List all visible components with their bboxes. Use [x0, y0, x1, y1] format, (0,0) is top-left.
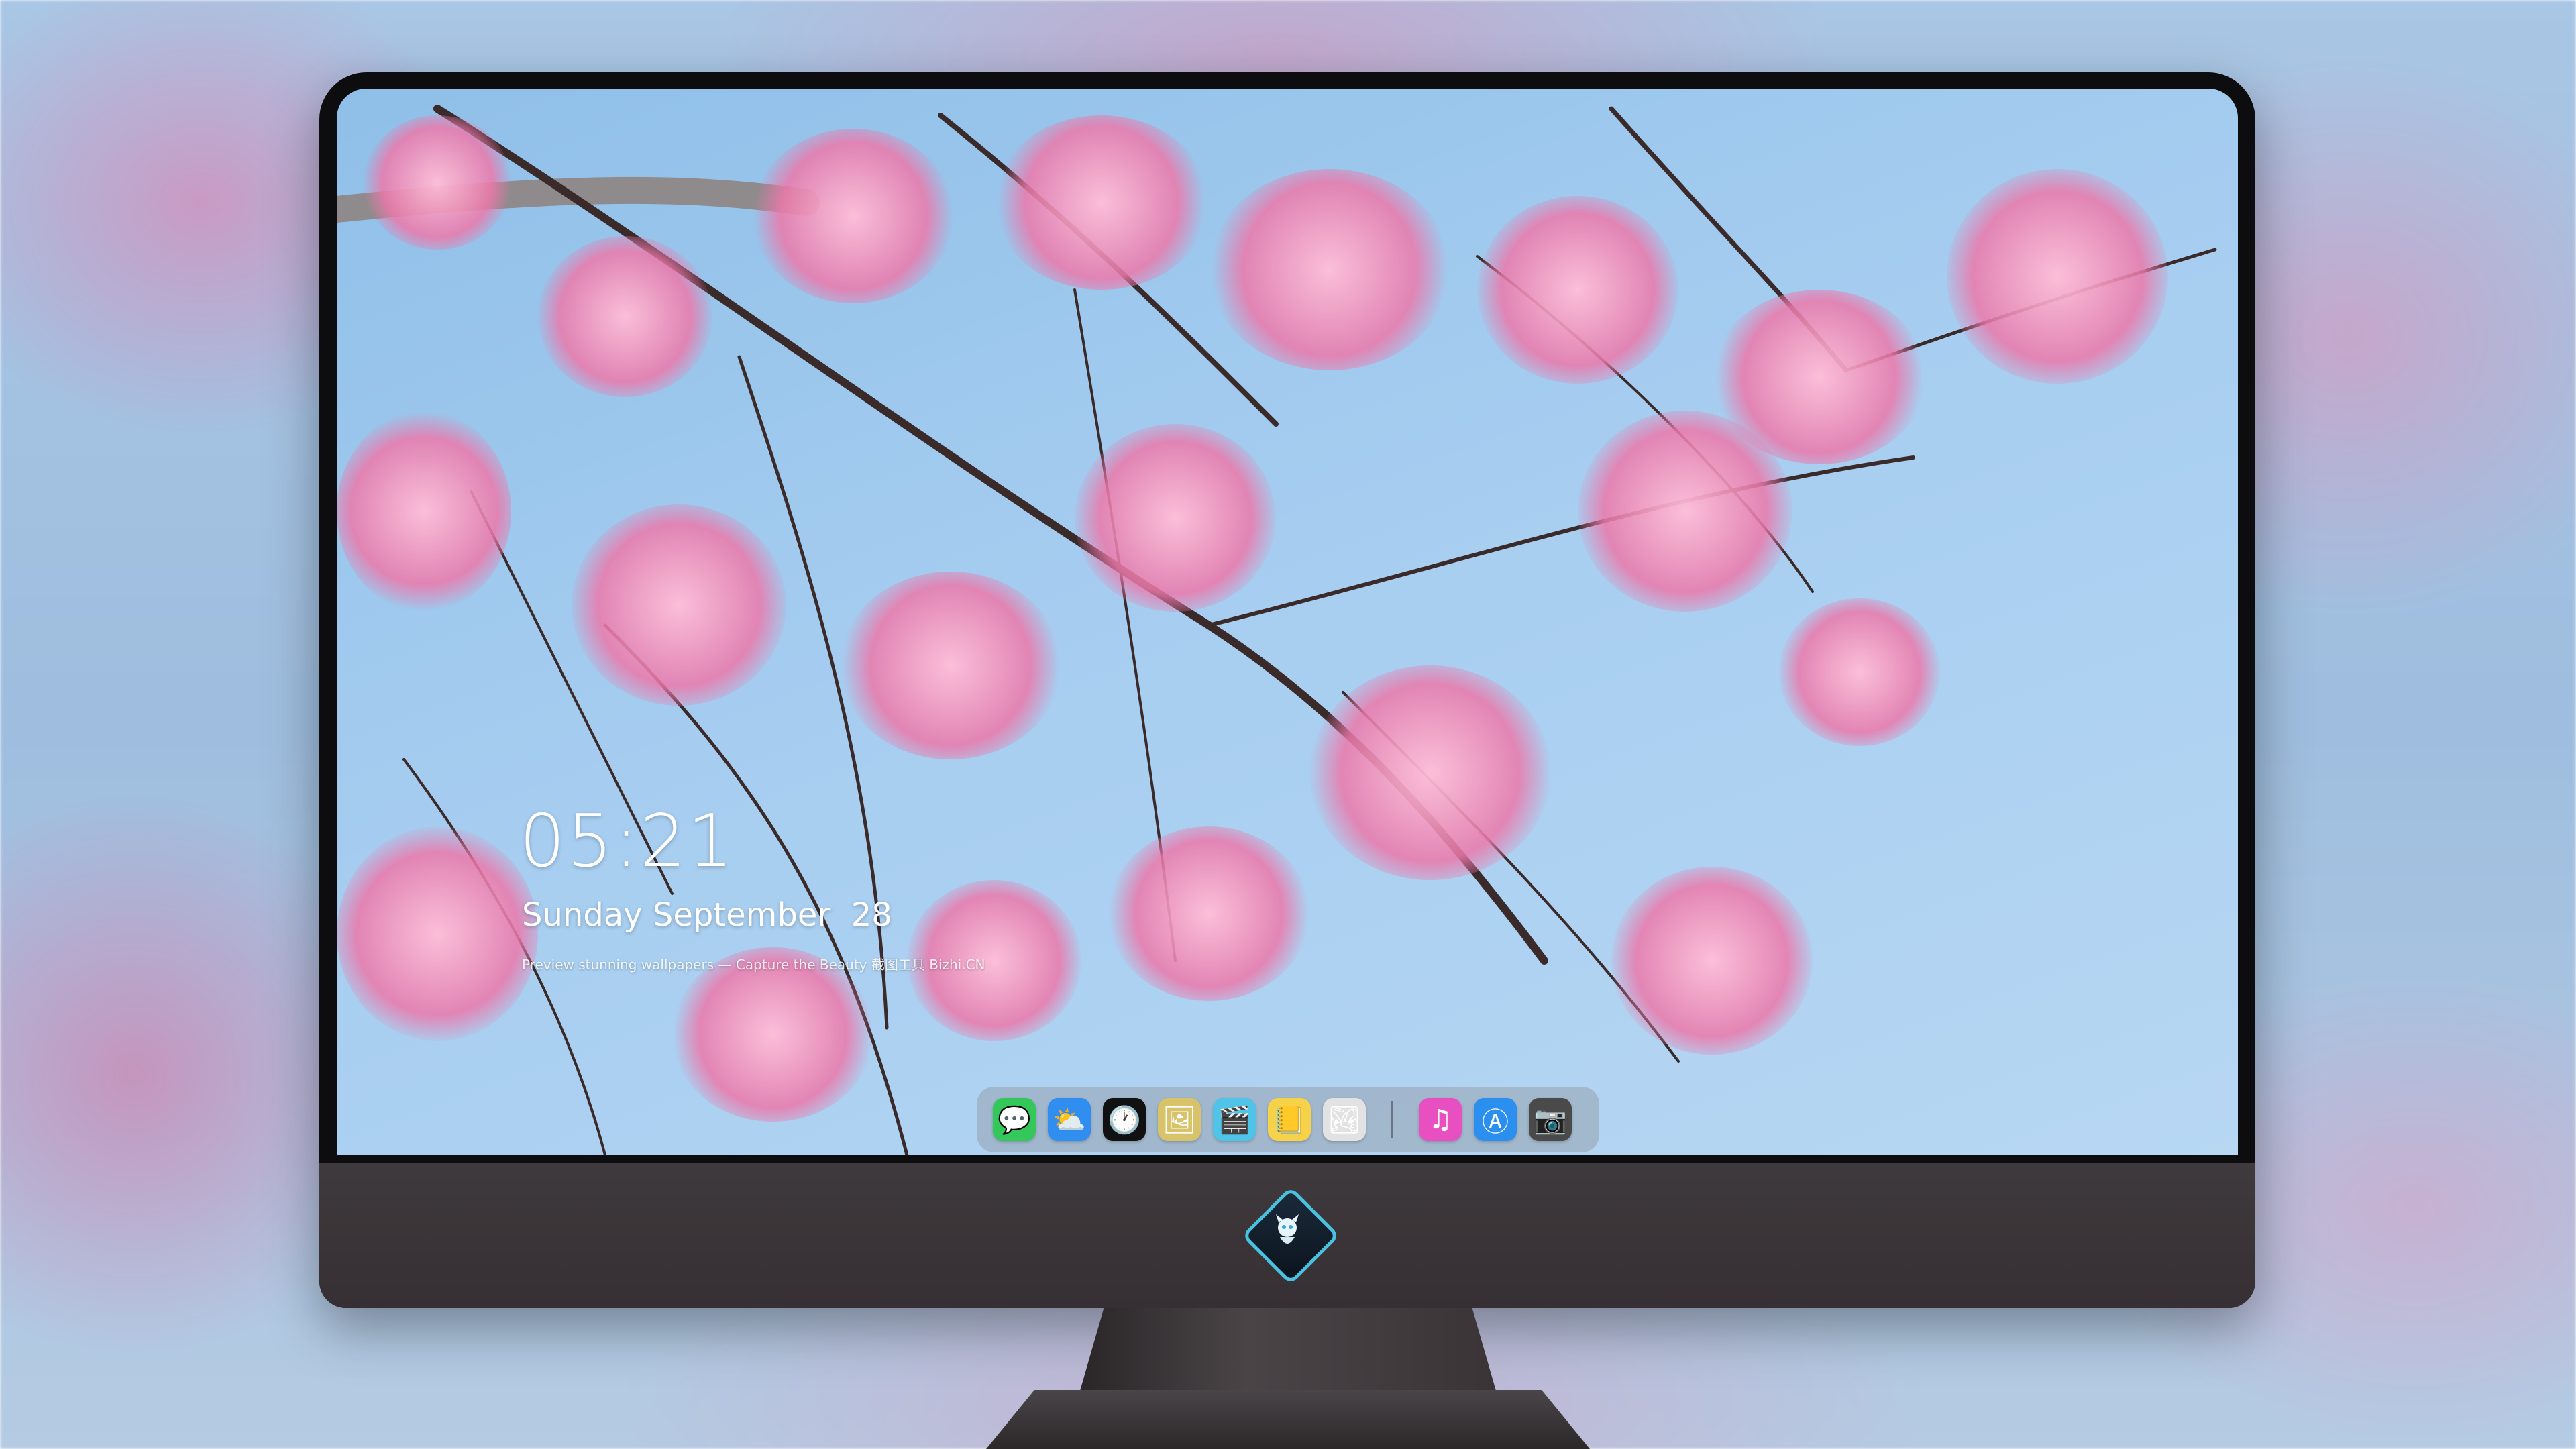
weather-icon[interactable]: ⛅: [1048, 1098, 1091, 1141]
blossom: [753, 129, 954, 303]
dragon-mascot-icon: [1276, 1214, 1299, 1244]
monitor-frame: 05:21 Sunday September 28 Preview stunni…: [319, 72, 2255, 1308]
blossom: [572, 504, 786, 706]
blossom: [1779, 598, 1940, 746]
blossom: [337, 411, 511, 612]
app-store-icon[interactable]: Ⓐ: [1474, 1098, 1517, 1141]
desktop-screen: 05:21 Sunday September 28 Preview stunni…: [337, 89, 2238, 1155]
clock-icon[interactable]: 🕐: [1103, 1098, 1146, 1141]
blossom: [1477, 196, 1678, 384]
camera-icon[interactable]: 📷: [1529, 1098, 1572, 1141]
wallpaper-caption: Preview stunning wallpapers — Capture th…: [522, 957, 985, 973]
blossom: [337, 826, 538, 1041]
monitor-stand-base: [986, 1390, 1590, 1449]
blossom: [1947, 169, 2168, 384]
lockscreen-time: 05:21: [519, 800, 735, 883]
messages-icon[interactable]: 💬: [993, 1098, 1036, 1141]
lockscreen-date: Sunday September 28: [522, 896, 892, 934]
blossom: [672, 947, 873, 1122]
video-editor-icon[interactable]: 🎬: [1213, 1098, 1256, 1141]
blossom: [994, 115, 1209, 290]
blossom: [364, 115, 511, 250]
dock: 💬 ⛅ 🕐 🖼 🎬 📒 🏞 ♫ Ⓐ 📷: [977, 1087, 1599, 1152]
preview-icon[interactable]: 🖼: [1158, 1098, 1201, 1141]
dock-separator: [1391, 1101, 1393, 1138]
blossom: [538, 236, 712, 397]
blossom: [1611, 867, 1813, 1055]
photo-booth-icon[interactable]: 🏞: [1323, 1098, 1366, 1141]
music-icon[interactable]: ♫: [1419, 1098, 1462, 1141]
monitor-stand-neck: [1079, 1308, 1497, 1395]
blossom: [1309, 665, 1551, 880]
blossom: [1075, 424, 1276, 612]
notes-icon[interactable]: 📒: [1268, 1098, 1311, 1141]
blossom: [1108, 826, 1309, 1001]
blossom: [1209, 169, 1450, 370]
blossom: [840, 572, 1061, 759]
blossom: [1578, 411, 1792, 612]
